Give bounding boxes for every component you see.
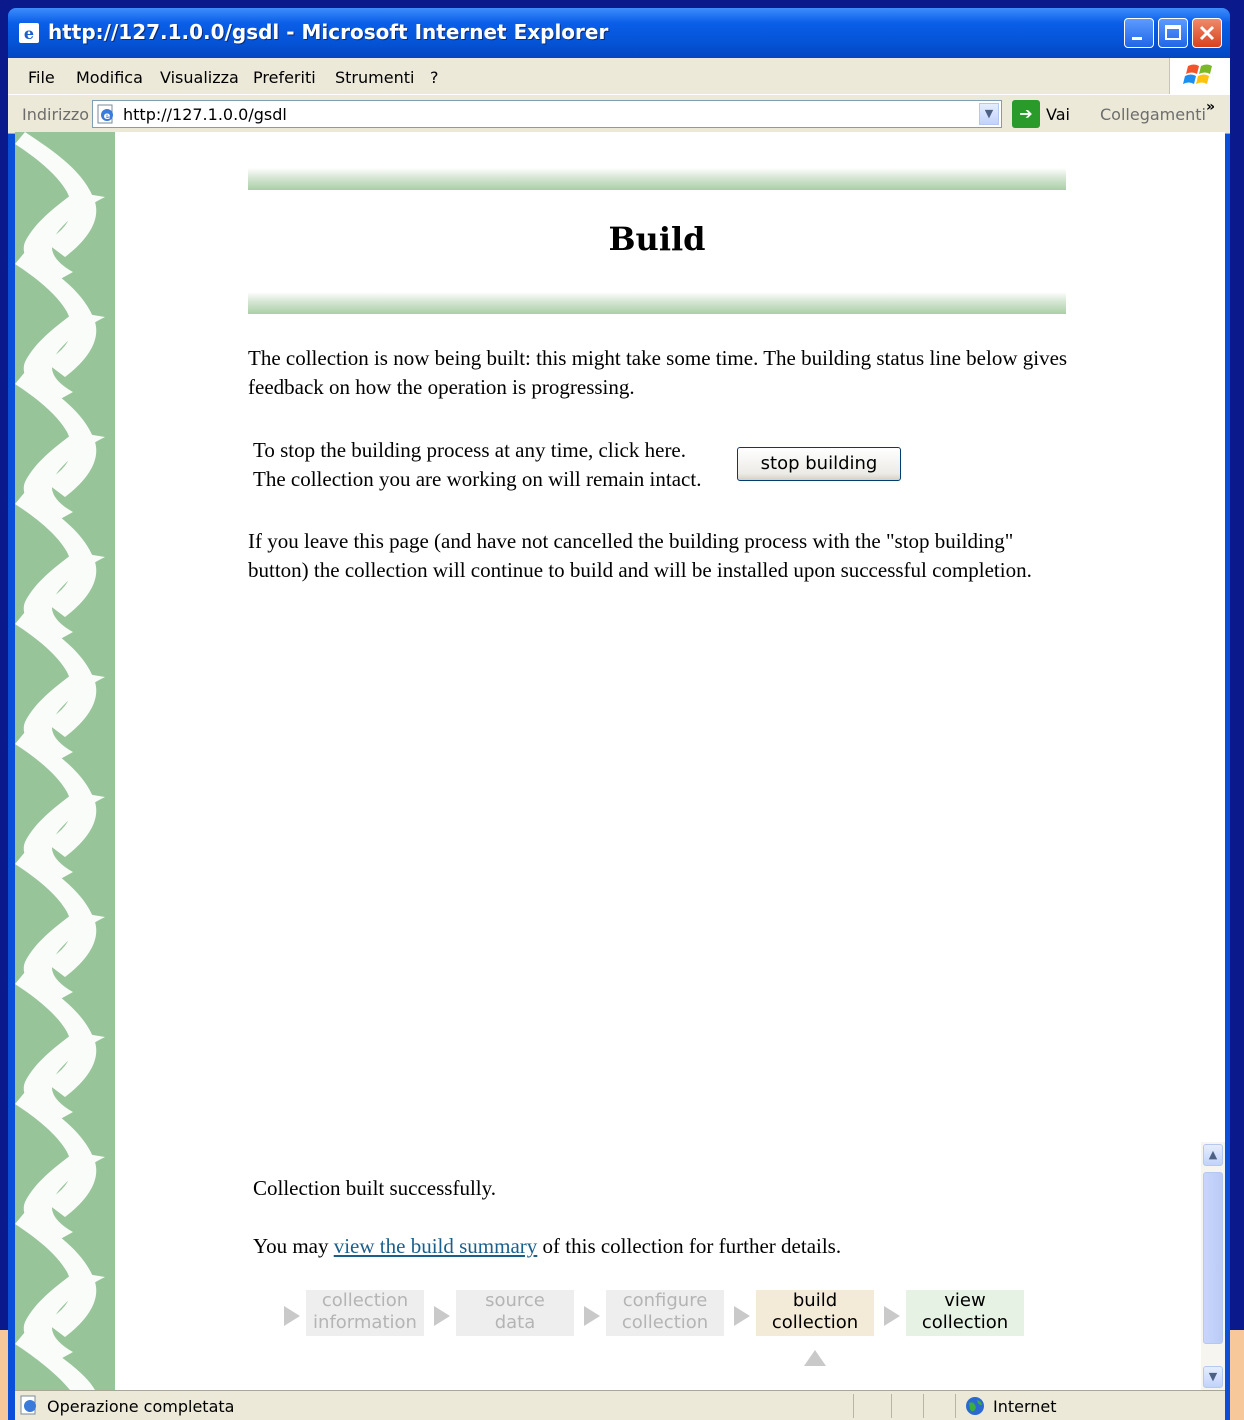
scroll-up-button[interactable]: ▲ bbox=[1203, 1144, 1223, 1166]
stop-line-1: To stop the building process at any time… bbox=[253, 438, 687, 462]
build-summary-line: You may view the build summary of this c… bbox=[253, 1234, 841, 1259]
double-chevron-icon[interactable]: » bbox=[1206, 99, 1215, 115]
title-band-bottom bbox=[248, 292, 1066, 314]
status-divider bbox=[955, 1394, 956, 1418]
page-viewport: Build The collection is now being built:… bbox=[15, 132, 1225, 1390]
security-zone-label: Internet bbox=[993, 1397, 1057, 1416]
svg-text:e: e bbox=[104, 111, 111, 122]
step-label-line2: data bbox=[494, 1312, 536, 1333]
menu-preferiti[interactable]: Preferiti bbox=[253, 68, 316, 87]
globe-icon bbox=[966, 1397, 984, 1415]
maximize-icon bbox=[1165, 25, 1181, 40]
step-label-line1: collection bbox=[321, 1290, 409, 1311]
address-dropdown-button[interactable]: ▼ bbox=[979, 103, 999, 125]
current-step-marker-icon bbox=[804, 1350, 826, 1366]
step-build-collection: build collection bbox=[756, 1290, 874, 1336]
decorative-sidebar bbox=[15, 132, 115, 1390]
step-arrow-icon bbox=[734, 1306, 750, 1326]
chevron-down-icon: ▼ bbox=[984, 107, 994, 120]
scroll-thumb[interactable] bbox=[1203, 1172, 1223, 1344]
menu-help[interactable]: ? bbox=[430, 68, 439, 87]
step-view-collection[interactable]: view collection bbox=[906, 1290, 1024, 1336]
menu-modifica[interactable]: Modifica bbox=[76, 68, 143, 87]
svg-text:e: e bbox=[24, 24, 34, 43]
step-label-line2: collection bbox=[621, 1312, 709, 1333]
summary-prefix: You may bbox=[253, 1234, 329, 1258]
stop-line-2: The collection you are working on will r… bbox=[253, 467, 702, 491]
maximize-button[interactable] bbox=[1158, 18, 1188, 48]
vertical-scrollbar[interactable]: ▲ ▼ bbox=[1201, 1142, 1225, 1390]
menu-strumenti[interactable]: Strumenti bbox=[335, 68, 414, 87]
page-icon: e bbox=[97, 104, 113, 124]
window-title: http://127.1.0.0/gsdl - Microsoft Intern… bbox=[48, 20, 609, 44]
step-label-line2: information bbox=[313, 1312, 417, 1333]
step-collection-information: collection information bbox=[306, 1290, 424, 1336]
step-label-line2: collection bbox=[771, 1312, 859, 1333]
build-status-message: Collection built successfully. bbox=[253, 1176, 497, 1200]
step-label-line1: configure bbox=[622, 1290, 708, 1311]
links-label[interactable]: Collegamenti bbox=[1100, 105, 1206, 124]
desktop-edge-left bbox=[0, 1330, 8, 1420]
page-title: Build bbox=[608, 220, 706, 258]
step-label-line1: source bbox=[485, 1290, 545, 1311]
scroll-down-button[interactable]: ▼ bbox=[1203, 1366, 1223, 1388]
address-label: Indirizzo bbox=[22, 105, 90, 124]
address-bar: Indirizzo e http://127.1.0.0/gsdl ▼ ➔ Va… bbox=[8, 94, 1230, 134]
chevron-down-icon: ▼ bbox=[1208, 1370, 1218, 1383]
step-arrow-icon bbox=[284, 1306, 300, 1326]
address-input[interactable]: e http://127.1.0.0/gsdl ▼ bbox=[92, 100, 1002, 128]
step-arrow-icon bbox=[884, 1306, 900, 1326]
go-label[interactable]: Vai bbox=[1046, 105, 1070, 124]
status-divider bbox=[853, 1394, 854, 1418]
close-button[interactable] bbox=[1192, 18, 1222, 48]
stop-building-button[interactable]: stop building bbox=[737, 447, 901, 481]
address-url: http://127.1.0.0/gsdl bbox=[123, 105, 287, 124]
arrow-right-icon: ➔ bbox=[1019, 104, 1033, 123]
ie-logo-icon: e bbox=[19, 23, 39, 43]
status-divider bbox=[891, 1394, 892, 1418]
chevron-up-icon: ▲ bbox=[1208, 1148, 1218, 1161]
build-steps-nav: collection information source data confi… bbox=[284, 1290, 1044, 1366]
close-icon bbox=[1199, 25, 1215, 41]
minimize-icon bbox=[1132, 37, 1142, 40]
status-bar: Operazione completata Internet bbox=[15, 1390, 1225, 1420]
step-arrow-icon bbox=[584, 1306, 600, 1326]
windows-logo-icon bbox=[1169, 58, 1230, 94]
menu-bar: File Modifica Visualizza Preferiti Strum… bbox=[8, 58, 1230, 94]
step-source-data: source data bbox=[456, 1290, 574, 1336]
build-summary-link[interactable]: view the build summary bbox=[334, 1234, 538, 1258]
step-label-line1: build bbox=[792, 1290, 838, 1311]
status-divider bbox=[923, 1394, 924, 1418]
title-bar: e http://127.1.0.0/gsdl - Microsoft Inte… bbox=[8, 8, 1230, 58]
menu-visualizza[interactable]: Visualizza bbox=[160, 68, 239, 87]
step-arrow-icon bbox=[434, 1306, 450, 1326]
desktop-edge-right bbox=[1228, 1330, 1244, 1420]
go-button[interactable]: ➔ bbox=[1012, 100, 1040, 128]
intro-paragraph: The collection is now being built: this … bbox=[248, 346, 1068, 399]
minimize-button[interactable] bbox=[1124, 18, 1154, 48]
title-band-top bbox=[248, 168, 1066, 190]
page-done-icon bbox=[20, 1395, 36, 1415]
stop-instructions: To stop the building process at any time… bbox=[253, 436, 743, 494]
step-label-line2: collection bbox=[921, 1312, 1009, 1333]
status-text: Operazione completata bbox=[47, 1397, 235, 1416]
step-label-line1: view bbox=[944, 1290, 986, 1311]
braid-pattern bbox=[15, 132, 105, 1390]
leave-note-paragraph: If you leave this page (and have not can… bbox=[248, 529, 1032, 582]
summary-suffix: of this collection for further details. bbox=[542, 1234, 842, 1258]
step-configure-collection: configure collection bbox=[606, 1290, 724, 1336]
menu-file[interactable]: File bbox=[28, 68, 55, 87]
browser-window: e http://127.1.0.0/gsdl - Microsoft Inte… bbox=[8, 8, 1230, 1420]
